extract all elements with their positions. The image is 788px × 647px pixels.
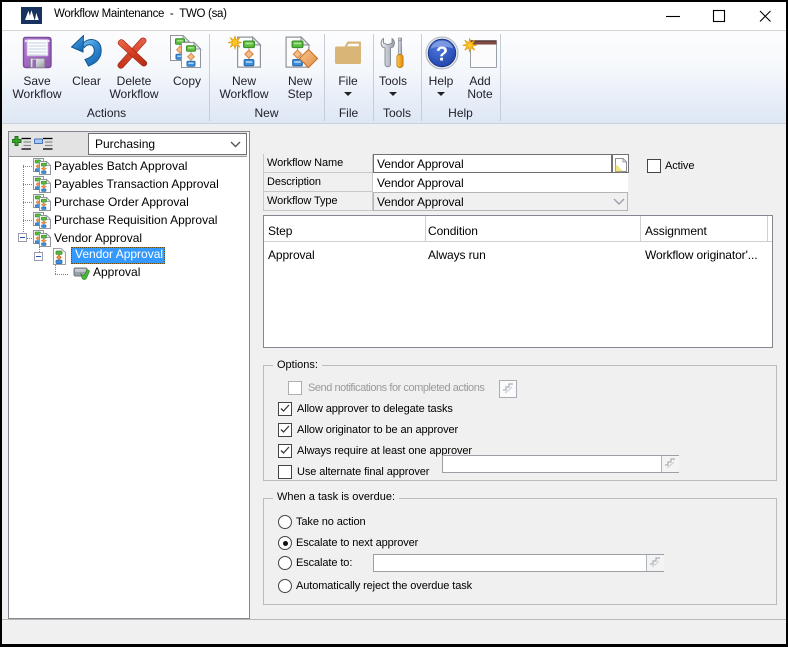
svg-text:?: ?	[436, 44, 448, 66]
